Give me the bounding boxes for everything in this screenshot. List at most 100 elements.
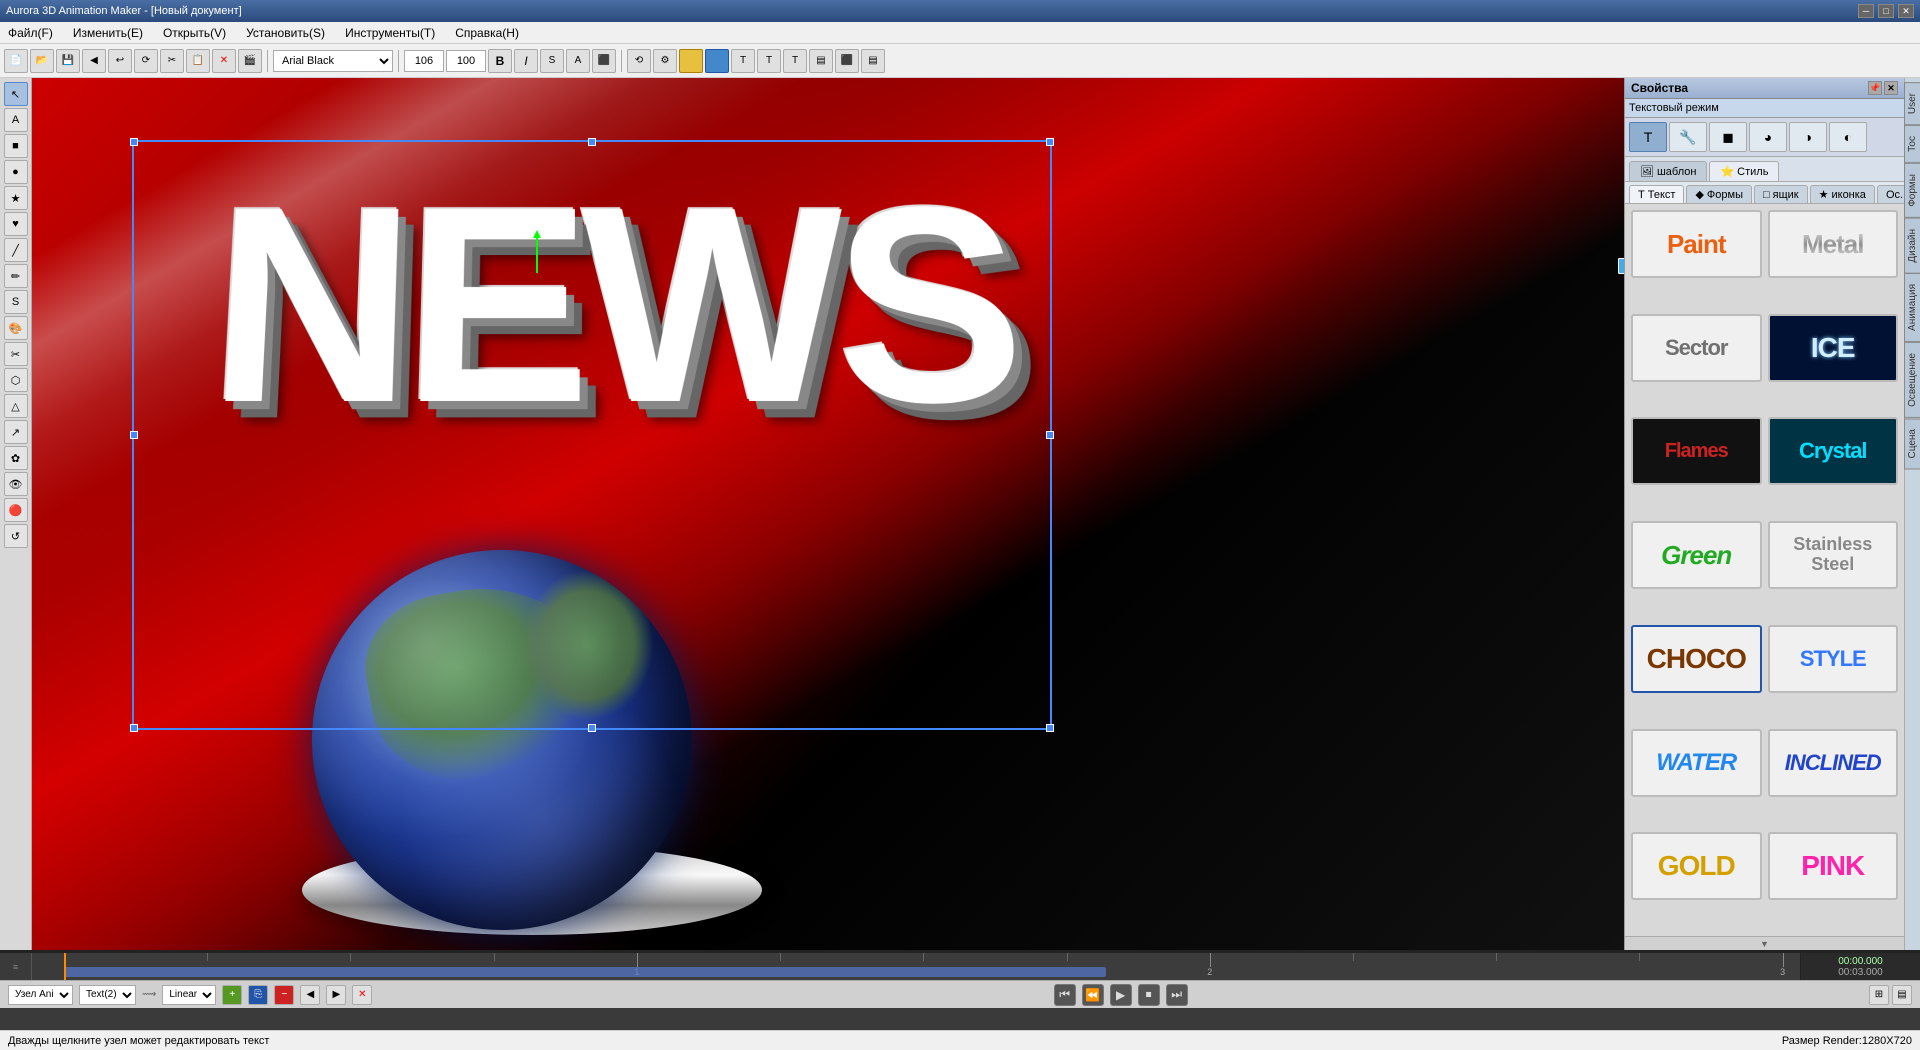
tb-open[interactable]: 📂 (30, 49, 54, 73)
mode-btn-half3[interactable]: ◐ (1829, 122, 1867, 152)
mode-btn-shape[interactable]: ◼ (1709, 122, 1747, 152)
view-btn2[interactable]: ▤ (1892, 985, 1912, 1005)
tb-fx2[interactable]: T (757, 49, 781, 73)
subtab-box[interactable]: □ ящик (1754, 185, 1808, 203)
tb-new[interactable]: 📄 (4, 49, 28, 73)
lt-star[interactable]: ★ (4, 186, 28, 210)
style-flames[interactable]: Flames (1631, 417, 1762, 485)
timeline-bar[interactable] (64, 967, 1106, 977)
tb-settings[interactable]: ⬛ (835, 49, 859, 73)
lt-camera[interactable]: ↺ (4, 524, 28, 548)
subtab-shapes[interactable]: ◆ Формы (1686, 185, 1752, 203)
lt-s-tool[interactable]: S (4, 290, 28, 314)
font-family-select[interactable]: Arial Black (273, 50, 393, 72)
tb-delete[interactable]: ✕ (212, 49, 236, 73)
vtab-toc[interactable]: Тос (1904, 125, 1920, 163)
canvas-area[interactable]: NEWS (32, 78, 1624, 950)
tab-template[interactable]: 🖼 шаблон (1629, 161, 1707, 181)
vtab-lighting[interactable]: Освещение (1904, 342, 1920, 418)
lt-pen[interactable]: ✏ (4, 264, 28, 288)
lt-select[interactable]: ↖ (4, 82, 28, 106)
tb-render[interactable]: 🎬 (238, 49, 262, 73)
del-keyframe-btn[interactable]: − (274, 985, 294, 1005)
menu-setup[interactable]: Установить(S) (242, 24, 329, 42)
props-pin-btn[interactable]: 📌 (1868, 81, 1882, 95)
set-keyframe-btn[interactable]: ⎘ (248, 985, 268, 1005)
style-green[interactable]: Green (1631, 521, 1762, 589)
tb-prev[interactable]: ◀ (82, 49, 106, 73)
tb-italic[interactable]: I (514, 49, 538, 73)
style-sector[interactable]: Sector (1631, 314, 1762, 382)
subtab-icon[interactable]: ★ иконка (1810, 185, 1875, 203)
style-paint[interactable]: Paint (1631, 210, 1762, 278)
layer-select[interactable]: Узел Ani (8, 985, 73, 1005)
props-close-btn[interactable]: ✕ (1884, 81, 1898, 95)
tb-shadow[interactable]: ⬛ (592, 49, 616, 73)
kf-right-btn[interactable]: ▶ (326, 985, 346, 1005)
prev-frame-btn[interactable]: ⏪ (1082, 984, 1104, 1006)
menu-file[interactable]: Файл(F) (4, 24, 57, 42)
style-metal[interactable]: Metal (1768, 210, 1899, 278)
minimize-btn[interactable]: ─ (1858, 4, 1874, 18)
kf-del2-btn[interactable]: ✕ (352, 985, 372, 1005)
style-stainless[interactable]: Stainless Steel (1768, 521, 1899, 589)
tb-color1[interactable] (679, 49, 703, 73)
vtab-shapes[interactable]: Формы (1904, 163, 1920, 218)
vtab-user[interactable]: User (1904, 82, 1920, 125)
tb-video[interactable]: ▤ (861, 49, 885, 73)
type-select[interactable]: Text(2) (79, 985, 136, 1005)
lt-heart[interactable]: ♥ (4, 212, 28, 236)
lt-triangle[interactable]: △ (4, 394, 28, 418)
tb-text[interactable]: A (566, 49, 590, 73)
play-btn[interactable]: ▶ (1110, 984, 1132, 1006)
add-keyframe-btn[interactable]: + (222, 985, 242, 1005)
subtab-text[interactable]: T Текст (1629, 185, 1684, 203)
scroll-down-btn[interactable]: ▼ (1625, 936, 1904, 950)
tb-color2[interactable] (705, 49, 729, 73)
tb-export[interactable]: ▤ (809, 49, 833, 73)
interp-select[interactable]: Linear (162, 985, 216, 1005)
playhead[interactable] (64, 953, 66, 980)
stop-btn[interactable]: ⏹ (1138, 984, 1160, 1006)
menu-edit[interactable]: Изменить(E) (69, 24, 147, 42)
close-btn[interactable]: ✕ (1898, 4, 1914, 18)
lt-line[interactable]: ╱ (4, 238, 28, 262)
menu-help[interactable]: Справка(H) (451, 24, 523, 42)
transform-ctrl-5[interactable] (1618, 258, 1624, 274)
lt-rect[interactable]: ■ (4, 134, 28, 158)
menu-tools[interactable]: Инструменты(T) (341, 24, 439, 42)
style-inclined[interactable]: INCLINED (1768, 729, 1899, 797)
tb-save[interactable]: 💾 (56, 49, 80, 73)
tb-redo[interactable]: ⟳ (134, 49, 158, 73)
style-style[interactable]: STYLE (1768, 625, 1899, 693)
tb-bold[interactable]: B (488, 49, 512, 73)
mode-btn-half2[interactable]: ◑ (1789, 122, 1827, 152)
lt-arrow[interactable]: ↗ (4, 420, 28, 444)
tb-fx1[interactable]: T (731, 49, 755, 73)
lt-paint[interactable]: 🎨 (4, 316, 28, 340)
font-size2-input[interactable] (446, 50, 486, 72)
tb-stroke[interactable]: S (540, 49, 564, 73)
lt-text[interactable]: A (4, 108, 28, 132)
style-ice[interactable]: ICE (1768, 314, 1899, 382)
tb-align[interactable]: ⚙ (653, 49, 677, 73)
vtab-animation[interactable]: Анимация (1904, 273, 1920, 342)
maximize-btn[interactable]: □ (1878, 4, 1894, 18)
mode-btn-edit[interactable]: 🔧 (1669, 122, 1707, 152)
lt-knife[interactable]: ✂ (4, 342, 28, 366)
tb-cut[interactable]: ✂ (160, 49, 184, 73)
tab-style[interactable]: ⭐ Стиль (1709, 161, 1779, 181)
vtab-scene[interactable]: Сцена (1904, 418, 1920, 469)
mode-btn-half[interactable]: ◕ (1749, 122, 1787, 152)
style-pink[interactable]: PINK (1768, 832, 1899, 900)
mode-btn-text[interactable]: T (1629, 122, 1667, 152)
vtab-design[interactable]: Дизайн (1904, 218, 1920, 274)
style-gold[interactable]: GOLD (1631, 832, 1762, 900)
forward-btn[interactable]: ⏭ (1166, 984, 1188, 1006)
lt-spiral[interactable]: ✿ (4, 446, 28, 470)
tb-align-left[interactable]: ⟲ (627, 49, 651, 73)
lt-eye[interactable]: 👁 (4, 472, 28, 496)
kf-left-btn[interactable]: ◀ (300, 985, 320, 1005)
timeline-ruler[interactable]: 0 1 2 3 (64, 953, 1800, 980)
lt-node[interactable]: ⬡ (4, 368, 28, 392)
